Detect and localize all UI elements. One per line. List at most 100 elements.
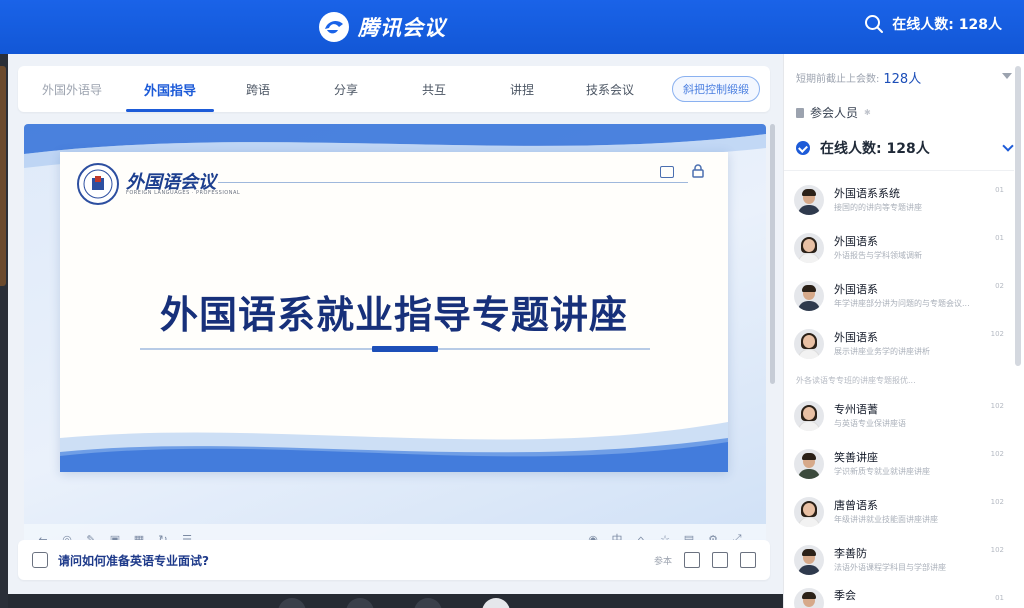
participant-item[interactable]: 外国语系系统接国的的讲向等专题讲座 01	[794, 176, 1008, 224]
fullscreen-icon[interactable]	[740, 552, 756, 568]
camera-button[interactable]	[346, 598, 374, 608]
participant-item[interactable]: 唐曾语系年级讲讲就业技能面讲座讲座 102	[794, 488, 1008, 536]
participant-name: 季会	[834, 589, 856, 602]
list-separator-text: 外各读语专专班的讲座专题报优...	[796, 375, 916, 385]
participant-item[interactable]: 专州语蓍 与英语专业保讲座语 102	[794, 392, 1008, 440]
slide-header-line	[218, 182, 688, 183]
tab-label: 外国外语导	[41, 82, 102, 97]
participant-subtitle: 外语报告与学科领域调新	[834, 251, 922, 260]
meeting-count-value: 128人	[883, 72, 922, 87]
participant-name: 外国语系	[834, 331, 878, 344]
online-section-header[interactable]: 在线人数: 128人	[796, 138, 1014, 158]
participant-subtitle: 学识新质专就业就讲座讲座	[834, 467, 930, 476]
search-icon[interactable]	[864, 14, 884, 34]
meeting-count-label: 短期前截止上会数:	[796, 74, 880, 85]
participant-item[interactable]: 季会 01	[794, 584, 1008, 608]
check-circle-icon	[796, 141, 810, 155]
participant-list: 外国语系系统 接国的的讲向等专题讲座 01 外国语系 外语报告与学科领域调新 01 …	[794, 176, 1008, 608]
online-count-top[interactable]: 在线人数: 128人	[864, 14, 1002, 34]
star-icon: ✱	[864, 108, 871, 117]
participant-name: 唐曾语系	[834, 499, 878, 512]
meeting-count-row[interactable]: 短期前截止上会数: 128人	[796, 68, 1012, 87]
presentation-slide: 外国语会议 FOREIGN LANGUAGES · PROFESSIONAL 外…	[60, 152, 728, 472]
tab-4[interactable]: 共互	[390, 66, 478, 112]
participant-item[interactable]: 李善防法语外语课程学科目与学部讲座 102	[794, 536, 1008, 584]
tab-2[interactable]: 跨语	[214, 66, 302, 112]
attendees-label: 参会人员	[810, 106, 859, 120]
avatar	[794, 281, 824, 311]
top-bar: 腾讯会议 在线人数: 128人	[0, 0, 1024, 54]
participant-tag: 102	[990, 450, 1004, 458]
mic-button[interactable]	[278, 598, 306, 608]
school-seal-icon	[77, 163, 119, 205]
dropdown-caret-icon[interactable]	[1002, 72, 1012, 83]
tab-1-active[interactable]: 外国指导	[126, 66, 214, 112]
participant-subtitle: 年级讲讲就业技能面讲座讲座	[834, 515, 938, 524]
participant-subtitle: 法语外语课程学科目与学部讲座	[834, 563, 946, 572]
more-button[interactable]	[482, 598, 510, 608]
question-text: 请问如何准备英语专业面试?	[58, 553, 209, 568]
online-section-label: 在线人数: 128人	[820, 141, 930, 157]
avatar	[794, 185, 824, 215]
tab-5[interactable]: 讲捏	[478, 66, 566, 112]
avatar	[794, 588, 824, 608]
bottom-controls	[278, 598, 510, 608]
main-scrollbar[interactable]	[770, 124, 775, 384]
lock-icon[interactable]	[692, 164, 704, 178]
participant-item[interactable]: 外国语系 年学讲座部分讲为问题的与专题会议... 02	[794, 272, 1008, 320]
participant-tag: 02	[995, 282, 1004, 290]
lock-icon	[796, 107, 804, 118]
tab-label: 技系会议	[585, 82, 634, 97]
slide-bottom-wave	[60, 422, 728, 472]
share-button[interactable]	[414, 598, 442, 608]
split-view-icon[interactable]	[712, 552, 728, 568]
participant-name: 笑善讲座	[834, 451, 878, 464]
tab-bar: 外国外语导 外国指导 跨语 分享 共互 讲捏 技系会议 斜把控制缎缎	[18, 66, 770, 112]
avatar	[794, 497, 824, 527]
participant-name: 外国语系系统	[834, 187, 900, 200]
screen-icon[interactable]	[660, 166, 674, 178]
tab-label: 共互	[421, 82, 446, 97]
avatar	[794, 329, 824, 359]
participant-subtitle: 年学讲座部分讲为问题的与专题会议...	[834, 299, 970, 308]
slide-brand-subtitle: FOREIGN LANGUAGES · PROFESSIONAL	[126, 190, 241, 196]
screen-share-icon[interactable]	[684, 552, 700, 568]
participant-name: 外国语系	[834, 235, 878, 248]
divider	[784, 170, 1014, 171]
avatar	[794, 401, 824, 431]
avatar	[794, 449, 824, 479]
chevron-down-icon[interactable]	[1002, 140, 1014, 152]
question-tools: 参本	[654, 552, 756, 568]
participant-name: 专州语蓍	[834, 403, 878, 416]
shared-screen: 外国语会议 FOREIGN LANGUAGES · PROFESSIONAL 外…	[24, 124, 766, 554]
participant-subtitle: 接国的的讲向等专题讲座	[834, 203, 922, 212]
attendees-header: 参会人员 ✱	[796, 104, 871, 121]
chat-icon	[32, 552, 48, 568]
participant-item[interactable]: 外国语系 展示讲座业务学的讲座讲析 102	[794, 320, 1008, 368]
app-brand: 腾讯会议	[318, 11, 446, 43]
participant-tag: 102	[990, 498, 1004, 506]
question-tools-label: 参本	[653, 556, 672, 567]
left-edge-panel	[0, 54, 8, 608]
participant-item[interactable]: 外国语系 外语报告与学科领域调新 01	[794, 224, 1008, 272]
tab-action-button[interactable]: 斜把控制缎缎	[672, 76, 760, 102]
participant-tag: 102	[990, 546, 1004, 554]
tab-0[interactable]: 外国外语导	[18, 66, 126, 112]
participants-sidebar: 短期前截止上会数: 128人 参会人员 ✱ 在线人数: 128人 外国语系系统接…	[783, 54, 1024, 608]
tab-label: 分享	[333, 82, 358, 97]
participant-name: 李善防	[834, 547, 867, 560]
tab-3[interactable]: 分享	[302, 66, 390, 112]
main-content: 外国外语导 外国指导 跨语 分享 共互 讲捏 技系会议 斜把控制缎缎 外国语会议…	[8, 54, 783, 608]
tab-6[interactable]: 技系会议	[566, 66, 654, 112]
participant-tag: 01	[995, 186, 1004, 194]
online-count-label: 在线人数: 128人	[892, 17, 1002, 33]
avatar	[794, 545, 824, 575]
question-bar[interactable]: 请问如何准备英语专业面试? 参本	[18, 540, 770, 580]
participant-tag: 01	[995, 594, 1004, 602]
tencent-meeting-logo-icon	[319, 12, 349, 42]
participant-tag: 102	[990, 402, 1004, 410]
tab-label: 跨语	[245, 82, 270, 97]
sidebar-scrollbar[interactable]	[1015, 66, 1021, 366]
participant-item[interactable]: 笑善讲座学识新质专就业就讲座讲座 102	[794, 440, 1008, 488]
slide-title-accent	[372, 346, 438, 352]
